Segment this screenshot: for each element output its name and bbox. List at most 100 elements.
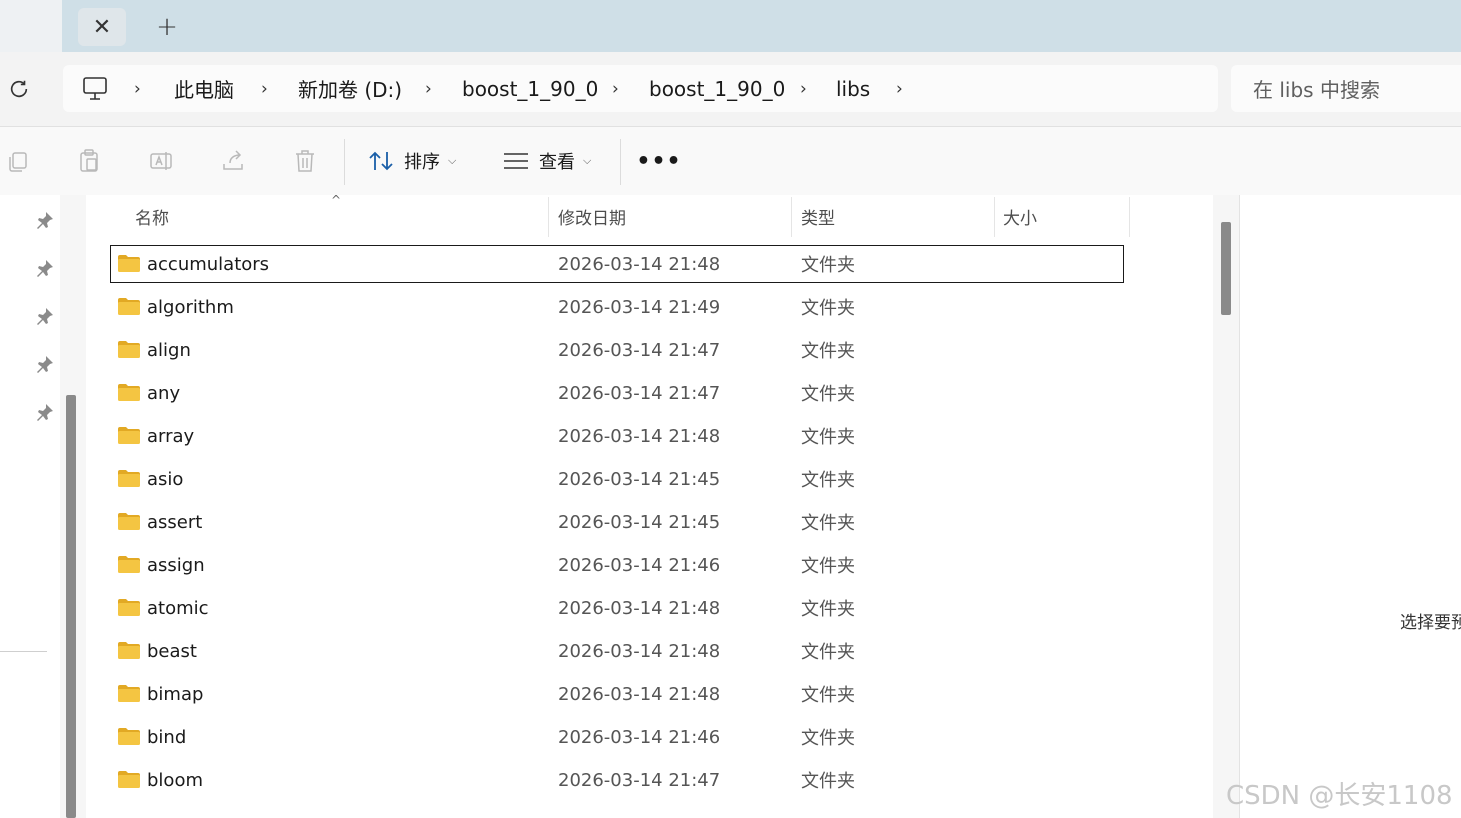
- file-type: 文件夹: [801, 427, 855, 448]
- chevron-right-icon[interactable]: ›: [896, 65, 903, 112]
- folder-icon: [118, 599, 140, 616]
- chevron-right-icon[interactable]: ›: [134, 65, 141, 112]
- folder-icon: [118, 513, 140, 530]
- sort-button[interactable]: 排序 ⌵: [368, 137, 456, 185]
- chevron-down-icon: ⌵: [583, 154, 592, 167]
- table-row[interactable]: bloom 2026-03-14 21:47 文件夹: [111, 762, 1123, 798]
- file-modified: 2026-03-14 21:48: [558, 640, 721, 662]
- table-row[interactable]: atomic 2026-03-14 21:48 文件夹: [111, 590, 1123, 626]
- file-name: atomic: [147, 597, 209, 619]
- close-tab-button[interactable]: ✕: [78, 8, 126, 46]
- preview-pane: 选择要预: [1240, 195, 1461, 818]
- breadcrumb-item-boost-inner[interactable]: boost_1_90_0: [649, 65, 785, 112]
- pin-icon[interactable]: [36, 403, 54, 421]
- pin-icon[interactable]: [36, 307, 54, 325]
- file-name: array: [147, 425, 195, 447]
- view-button[interactable]: 查看 ⌵: [503, 137, 591, 185]
- refresh-icon: [10, 80, 28, 98]
- breadcrumb-item-this-pc[interactable]: 此电脑: [174, 65, 234, 112]
- copy-icon[interactable]: [5, 148, 31, 174]
- delete-icon[interactable]: [292, 148, 318, 174]
- file-type: 文件夹: [801, 298, 855, 319]
- more-options-button[interactable]: •••: [636, 137, 680, 185]
- file-modified: 2026-03-14 21:47: [558, 382, 721, 404]
- table-row[interactable]: bimap 2026-03-14 21:48 文件夹: [111, 676, 1123, 712]
- breadcrumb-item-drive-d[interactable]: 新加卷 (D:): [298, 65, 402, 112]
- breadcrumb-item-libs[interactable]: libs: [836, 65, 870, 112]
- sort-icon: [369, 151, 393, 171]
- view-list-icon: [504, 153, 528, 169]
- close-icon: ✕: [92, 14, 112, 40]
- file-type: 文件夹: [801, 341, 855, 362]
- nav-divider: [0, 651, 47, 652]
- table-row[interactable]: bind 2026-03-14 21:46 文件夹: [111, 719, 1123, 755]
- table-row[interactable]: assign 2026-03-14 21:46 文件夹: [111, 547, 1123, 583]
- new-tab-button[interactable]: +: [145, 8, 189, 46]
- folder-icon: [118, 384, 140, 401]
- file-name: align: [147, 339, 191, 361]
- share-icon[interactable]: [220, 148, 246, 174]
- chevron-right-icon[interactable]: ›: [425, 65, 432, 112]
- table-row[interactable]: align 2026-03-14 21:47 文件夹: [111, 332, 1123, 368]
- sort-ascending-icon: ^: [331, 195, 342, 207]
- table-row[interactable]: algorithm 2026-03-14 21:49 文件夹: [111, 289, 1123, 325]
- table-row[interactable]: beast 2026-03-14 21:48 文件夹: [111, 633, 1123, 669]
- breadcrumb-item-boost-outer[interactable]: boost_1_90_0: [462, 65, 598, 112]
- watermark: CSDN @长安1108: [1226, 781, 1453, 811]
- search-box[interactable]: 在 libs 中搜索: [1231, 65, 1461, 112]
- folder-icon: [118, 427, 140, 444]
- chevron-right-icon[interactable]: ›: [261, 65, 268, 112]
- folder-icon: [118, 728, 140, 745]
- file-name: assign: [147, 554, 205, 576]
- column-header-name[interactable]: 名称: [135, 195, 169, 237]
- this-pc-icon[interactable]: [81, 76, 109, 102]
- column-divider[interactable]: [791, 197, 792, 237]
- folder-icon: [118, 298, 140, 315]
- paste-icon[interactable]: [76, 148, 102, 174]
- pin-icon[interactable]: [36, 355, 54, 373]
- pin-icon[interactable]: [36, 211, 54, 229]
- file-name: bloom: [147, 769, 203, 791]
- folder-icon: [118, 341, 140, 358]
- file-type: 文件夹: [801, 728, 855, 749]
- chevron-right-icon[interactable]: ›: [612, 65, 619, 112]
- file-name: bind: [147, 726, 187, 748]
- address-bar[interactable]: › 此电脑 › 新加卷 (D:) › boost_1_90_0 › boost_…: [63, 65, 1218, 112]
- toolbar-divider: [620, 139, 621, 185]
- file-name: accumulators: [147, 253, 270, 275]
- folder-icon: [118, 470, 140, 487]
- rename-icon[interactable]: [148, 148, 174, 174]
- file-type: 文件夹: [801, 255, 855, 276]
- table-row[interactable]: any 2026-03-14 21:47 文件夹: [111, 375, 1123, 411]
- file-modified: 2026-03-14 21:47: [558, 769, 721, 791]
- file-modified: 2026-03-14 21:49: [558, 296, 721, 318]
- table-row[interactable]: array 2026-03-14 21:48 文件夹: [111, 418, 1123, 454]
- file-modified: 2026-03-14 21:45: [558, 511, 721, 533]
- navigation-pane: [0, 195, 86, 818]
- column-header-size[interactable]: 大小: [1003, 195, 1037, 237]
- pin-icon[interactable]: [36, 259, 54, 277]
- file-type: 文件夹: [801, 513, 855, 534]
- column-divider[interactable]: [994, 197, 995, 237]
- column-header-modified[interactable]: 修改日期: [558, 195, 626, 237]
- table-row[interactable]: accumulators 2026-03-14 21:48 文件夹: [110, 245, 1124, 283]
- file-type: 文件夹: [801, 685, 855, 706]
- search-input[interactable]: 在 libs 中搜索: [1253, 65, 1380, 112]
- toolbar-divider: [344, 139, 345, 185]
- file-name: any: [147, 382, 181, 404]
- table-row[interactable]: assert 2026-03-14 21:45 文件夹: [111, 504, 1123, 540]
- column-divider[interactable]: [548, 197, 549, 237]
- sort-label: 排序: [404, 152, 440, 173]
- column-divider[interactable]: [1129, 197, 1130, 237]
- address-row: › 此电脑 › 新加卷 (D:) › boost_1_90_0 › boost_…: [0, 52, 1461, 126]
- column-header-type[interactable]: 类型: [801, 195, 835, 237]
- folder-icon: [118, 771, 140, 788]
- chevron-right-icon[interactable]: ›: [800, 65, 807, 112]
- file-list-scrollbar-thumb[interactable]: [1221, 222, 1231, 315]
- file-name: assert: [147, 511, 203, 533]
- refresh-button[interactable]: [4, 74, 34, 104]
- table-row[interactable]: asio 2026-03-14 21:45 文件夹: [111, 461, 1123, 497]
- file-type: 文件夹: [801, 556, 855, 577]
- nav-scrollbar-thumb[interactable]: [66, 395, 76, 818]
- active-tab[interactable]: [0, 0, 62, 52]
